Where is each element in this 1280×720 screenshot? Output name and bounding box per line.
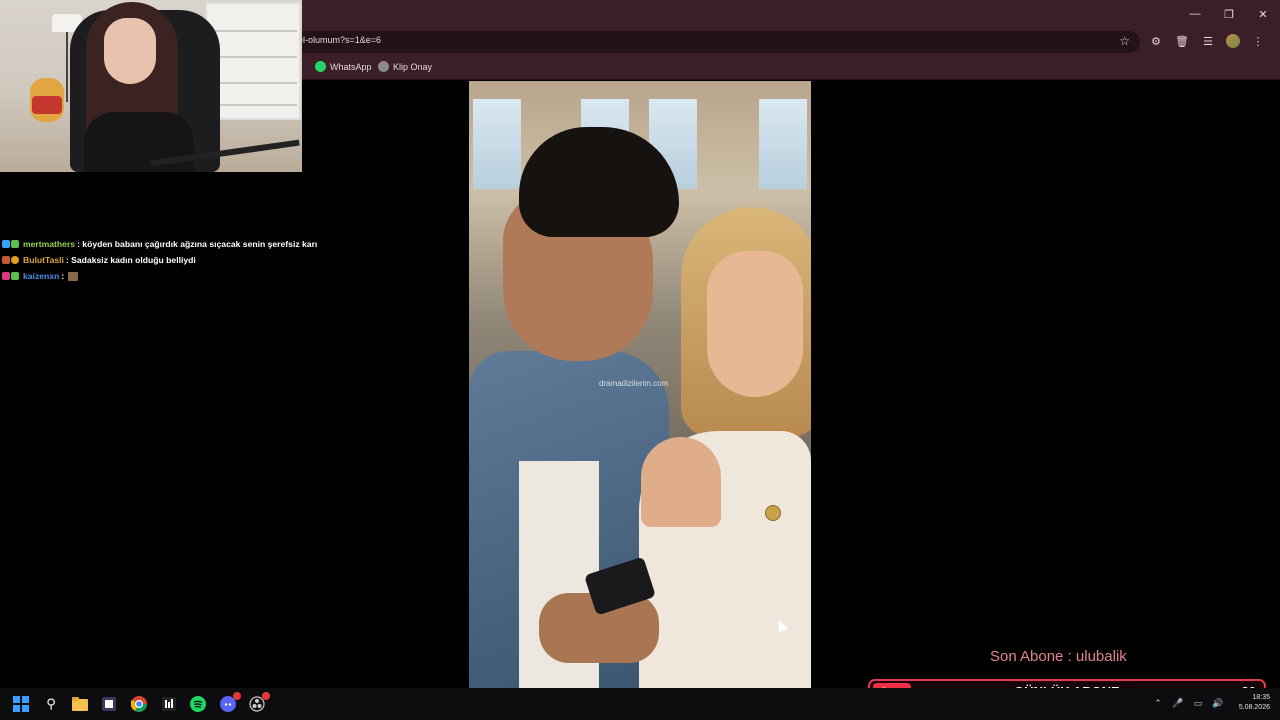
bookmark-klip-onay[interactable]: Klip Onay [378,61,432,72]
badge-icon [2,240,10,248]
taskbar-clock[interactable]: 18:35 5.08.2026 [1226,693,1270,713]
menu-icon[interactable]: ⋮ [1250,32,1266,50]
background-window [759,99,807,189]
search-icon[interactable]: ⚲ [42,695,60,713]
clock-date: 5.08.2026 [1238,704,1270,711]
bookmark-label: Klip Onay [393,61,433,72]
chat-overlay: mertmathers : köyden babanı çağırdık ağz… [2,236,332,284]
notification-badge [233,692,241,700]
bookmark-star-icon[interactable]: ☆ [1119,34,1130,48]
chat-username[interactable]: mertmathers [23,239,75,249]
streamer-body [84,112,194,172]
badge-icon [11,272,19,280]
microphone-icon[interactable]: 🎤 [1172,697,1184,709]
badge-icon [2,256,10,264]
chat-username[interactable]: BulutTasli [23,255,64,265]
playlist-icon[interactable]: ☰ [1200,32,1216,50]
streamer-face [104,18,156,84]
webcam-overlay [0,0,302,172]
emote-icon [68,271,79,281]
chrome-icon[interactable] [130,695,148,713]
whatsapp-icon [315,61,326,72]
discord-icon[interactable] [219,692,241,713]
restore-icon[interactable]: ❐ [1212,0,1246,28]
bookmark-label: WhatsApp [330,61,372,72]
volume-icon[interactable]: 🔊 [1212,697,1224,709]
window-controls: — ❐ ✕ [1178,0,1280,28]
chat-message: mertmathers : köyden babanı çağırdık ağz… [2,236,332,252]
obs-icon[interactable] [248,692,270,713]
chevron-up-icon[interactable]: ⌃ [1152,697,1164,709]
windows-start-icon[interactable] [12,695,30,713]
extension-icon[interactable]: ⚙ [1148,32,1164,50]
close-icon[interactable]: ✕ [1246,0,1280,28]
video-watermark: dramadizilerim.com [599,379,669,388]
chat-text: : [61,271,65,281]
woman-face [707,251,803,397]
address-bar[interactable]: el-olumum?s=1&e=6 ☆ [290,31,1140,53]
chat-message: kaizenxn : [2,268,332,284]
badge-icon [11,240,19,248]
badge-icon [2,272,10,280]
taskbar: ⚲ [0,688,1280,720]
screen: — ❐ ✕ el-olumum?s=1&e=6 ☆ ⚙ 🗑 ☰ ⋮ WhatsA… [0,0,1280,720]
lamp-stand [66,32,68,102]
video-player[interactable]: dramadizilerim.com [469,81,811,688]
clock-time: 18:35 [1252,694,1270,701]
system-tray: ⌃ 🎤 ▭ 🔊 [1152,697,1224,709]
globe-icon [378,61,389,72]
last-subscriber: Son Abone : ulubalik [990,648,1127,665]
bookmark-whatsapp[interactable]: WhatsApp [315,61,372,72]
network-icon[interactable]: ▭ [1192,697,1204,709]
audio-app-icon[interactable] [160,695,178,713]
chat-text: : Sadaksiz kadın olduğu belliydi [65,255,196,265]
snipping-tool-icon[interactable] [100,695,118,713]
chat-message: BulutTasli : Sadaksiz kadın olduğu belli… [2,252,332,268]
trash-icon[interactable]: 🗑 [1174,32,1190,50]
woman-shoulder [641,437,721,527]
pendant [765,505,781,521]
background-window [473,99,521,189]
address-url[interactable]: el-olumum?s=1&e=6 [298,35,381,45]
chat-text: : köyden babanı çağırdık ağzına sıçacak … [77,239,318,249]
chat-username[interactable]: kaizenxn [23,271,59,281]
badge-icon [11,256,19,264]
minimize-icon[interactable]: — [1178,0,1212,28]
file-explorer-icon[interactable] [71,695,89,713]
spotify-icon[interactable] [189,695,207,713]
profile-avatar[interactable] [1226,34,1240,48]
browser-toolbar-icons: ⚙ 🗑 ☰ ⋮ [1148,32,1266,50]
teddy-shirt [32,96,62,114]
notification-badge [262,692,270,700]
